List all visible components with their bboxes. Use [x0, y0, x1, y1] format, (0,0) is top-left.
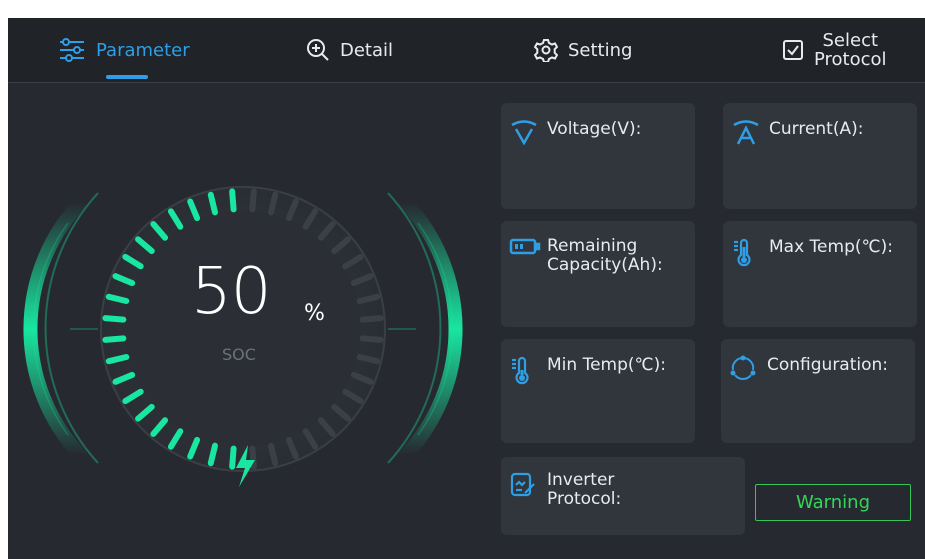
soc-tick — [356, 293, 381, 304]
soc-label: SOC — [222, 345, 256, 364]
warning-button[interactable]: Warning — [755, 484, 911, 521]
soc-unit: % — [304, 301, 325, 326]
tab-detail[interactable]: Detail — [306, 18, 393, 82]
document-edit-icon — [510, 472, 535, 497]
configuration-label: Configuration: — [767, 355, 889, 375]
soc-tick — [359, 335, 384, 343]
inverter-protocol-card[interactable]: Inverter Protocol: — [501, 457, 745, 535]
tab-setting-label: Setting — [568, 39, 633, 61]
remaining-capacity-card: Remaining Capacity(Ah): — [501, 221, 695, 327]
current-icon — [733, 120, 759, 145]
soc-tick — [207, 191, 218, 216]
voltage-label: Voltage(V): — [547, 119, 642, 139]
soc-tick — [229, 188, 237, 213]
max-temp-card: Max Temp(℃): — [723, 221, 917, 327]
soc-gauge: 50 % SOC — [8, 83, 498, 559]
zoom-in-icon — [307, 39, 329, 61]
current-label: Current(A): — [769, 119, 864, 139]
max-temp-label: Max Temp(℃): — [769, 237, 893, 257]
voltage-icon — [511, 120, 537, 145]
checkbox-icon — [783, 40, 803, 60]
active-tab-indicator — [106, 75, 148, 79]
tab-select-protocol-label: Select Protocol — [814, 30, 887, 70]
tab-setting[interactable]: Setting — [534, 18, 632, 82]
soc-tick — [102, 335, 127, 343]
gear-icon — [534, 39, 558, 62]
min-temp-label: Min Temp(℃): — [547, 355, 666, 375]
inverter-protocol-label: Inverter Protocol: — [547, 470, 622, 509]
soc-tick — [207, 442, 218, 467]
min-temp-card: Min Temp(℃): — [501, 339, 695, 443]
soc-tick — [356, 354, 381, 365]
soc-value: 50 — [191, 255, 271, 329]
app-window: Parameter Detail Setting Select Protocol… — [8, 18, 925, 559]
soc-tick — [102, 315, 127, 323]
tab-select-protocol[interactable]: Select Protocol — [782, 18, 887, 82]
soc-tick — [268, 191, 279, 216]
config-icon — [730, 355, 756, 380]
soc-tick — [268, 442, 279, 467]
tab-parameter-label: Parameter — [96, 39, 190, 61]
soc-tick — [249, 188, 257, 213]
tab-parameter[interactable]: Parameter — [58, 18, 190, 82]
soc-tick — [229, 445, 237, 470]
soc-tick — [105, 293, 130, 304]
soc-tick — [359, 315, 384, 323]
sliders-icon — [60, 38, 84, 62]
configuration-card: Configuration: — [721, 339, 915, 443]
battery-icon — [509, 238, 541, 255]
voltage-card: Voltage(V): — [501, 103, 695, 209]
remaining-capacity-label: Remaining Capacity(Ah): — [547, 236, 663, 275]
tab-detail-label: Detail — [340, 39, 394, 61]
thermometer-icon — [734, 238, 751, 267]
soc-tick — [105, 354, 130, 365]
top-nav-bar: Parameter Detail Setting Select Protocol — [8, 18, 925, 83]
current-card: Current(A): — [723, 103, 917, 209]
thermometer-icon — [512, 356, 529, 385]
